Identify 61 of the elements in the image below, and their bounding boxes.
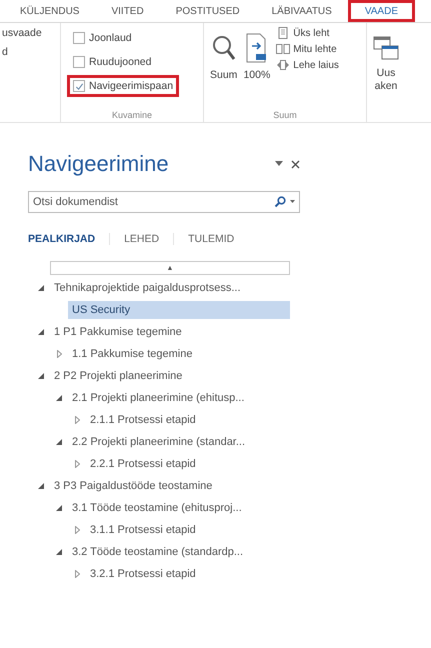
expanded-icon[interactable] xyxy=(38,483,44,489)
heading-item[interactable]: 2.1 Projekti planeerimine (ehitusp... xyxy=(22,387,290,409)
heading-item[interactable]: 3.1.1 Protsessi etapid xyxy=(22,519,290,541)
page-width-icon xyxy=(276,59,290,71)
ribbon-tab[interactable]: POSTITUSED xyxy=(160,0,256,22)
group-label: Suum xyxy=(272,110,298,120)
zoom-button[interactable]: Suum xyxy=(210,27,238,110)
expanded-icon[interactable] xyxy=(38,285,44,291)
expanded-icon[interactable] xyxy=(38,329,44,335)
close-icon[interactable] xyxy=(291,160,300,168)
heading-item[interactable]: 1.1 Pakkumise tegemine xyxy=(22,343,290,365)
checkbox[interactable] xyxy=(73,56,85,68)
pane-tab[interactable]: TULEMID xyxy=(173,233,248,245)
heading-item[interactable]: 2.2.1 Protsessi etapid xyxy=(22,453,290,475)
caret-icon[interactable] xyxy=(290,200,295,204)
ribbon-tab[interactable]: KÜLJENDUS xyxy=(4,0,96,22)
expanded-icon[interactable] xyxy=(56,505,62,511)
checkbox-option[interactable]: Joonlaud xyxy=(67,27,138,49)
heading-item[interactable]: 3.1 Tööde teostamine (ehitusproj... xyxy=(22,497,290,519)
expanded-icon[interactable] xyxy=(56,549,62,555)
ribbon-tab[interactable]: LÄBIVAATUS xyxy=(256,0,348,22)
dropdown-icon[interactable] xyxy=(275,161,283,167)
checkbox[interactable] xyxy=(73,80,85,92)
zoom-100-button[interactable]: 100% xyxy=(243,27,270,110)
new-window-button[interactable]: Uus aken xyxy=(373,29,399,94)
ribbon-tab[interactable]: VIITED xyxy=(95,0,160,22)
collapsed-icon[interactable] xyxy=(74,460,80,468)
heading-item[interactable]: 2.1.1 Protsessi etapid xyxy=(22,409,290,431)
collapsed-icon[interactable] xyxy=(74,570,80,578)
page-view-button[interactable]: Üks leht xyxy=(276,27,339,39)
windows-icon xyxy=(373,35,399,61)
heading-item[interactable]: Tehnikaprojektide paigaldusprotsess... xyxy=(22,277,290,299)
heading-item[interactable]: 2 P2 Projekti planeerimine xyxy=(22,365,290,387)
two-pages-icon xyxy=(276,43,290,55)
checkbox-option[interactable]: Navigeerimispaan xyxy=(67,75,180,97)
page-view-button[interactable]: Lehe laius xyxy=(276,59,339,71)
expanded-icon[interactable] xyxy=(56,395,62,401)
pane-tab[interactable]: LEHED xyxy=(109,233,174,245)
collapsed-icon[interactable] xyxy=(74,526,80,534)
ribbon-item[interactable]: usvaade xyxy=(2,27,54,39)
collapsed-icon[interactable] xyxy=(74,416,80,424)
ribbon-item[interactable]: d xyxy=(2,46,54,58)
heading-item[interactable]: 1 P1 Pakkumise tegemine xyxy=(22,321,290,343)
checkbox[interactable] xyxy=(73,32,85,44)
heading-item[interactable]: 3.2 Tööde teostamine (standardp... xyxy=(22,541,290,563)
page-icon xyxy=(276,27,290,39)
search-icon[interactable] xyxy=(274,196,286,208)
checkbox-option[interactable]: Ruudujooned xyxy=(67,51,158,73)
expanded-icon[interactable] xyxy=(56,439,62,445)
search-field[interactable]: Otsi dokumendist xyxy=(28,191,300,213)
pane-title: Navigeerimine xyxy=(28,151,169,177)
page-view-button[interactable]: Mitu lehte xyxy=(276,43,339,55)
magnifier-icon xyxy=(210,33,237,63)
expanded-icon[interactable] xyxy=(38,373,44,379)
collapsed-icon[interactable] xyxy=(56,350,62,358)
pane-tab[interactable]: PEALKIRJAD xyxy=(28,233,110,245)
heading-item[interactable]: 3 P3 Paigaldustööde teostamine xyxy=(22,475,290,497)
group-label: Kuvamine xyxy=(110,110,154,120)
ribbon-tab[interactable]: VAADE xyxy=(348,0,415,22)
heading-item[interactable]: 2.2 Projekti planeerimine (standar... xyxy=(22,431,290,453)
heading-item[interactable]: 3.2.1 Protsessi etapid xyxy=(22,563,290,585)
